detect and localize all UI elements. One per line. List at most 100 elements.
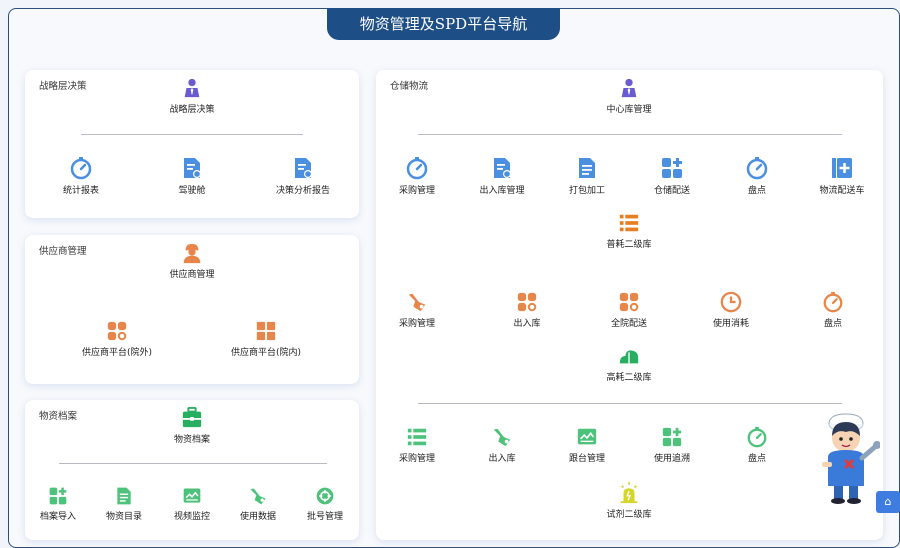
general-secondary-store-item[interactable]: 普耗二级库 bbox=[584, 212, 674, 250]
divider bbox=[81, 134, 303, 135]
apps-icon bbox=[661, 426, 683, 448]
storage-distribution-item[interactable]: 仓储配送 bbox=[627, 156, 717, 196]
supplier-internal-item[interactable]: 供应商平台(院内) bbox=[221, 320, 311, 358]
document-icon bbox=[575, 156, 599, 180]
item-label: 采购管理 bbox=[398, 454, 435, 464]
cockpit-item[interactable]: 驾驶舱 bbox=[147, 156, 237, 196]
gauge-icon bbox=[746, 426, 768, 448]
supplier-top-item[interactable]: 供应商管理 bbox=[147, 242, 237, 280]
item-label: 全院配送 bbox=[610, 319, 647, 329]
item-label: 盘点 bbox=[747, 186, 766, 196]
central-inout-item[interactable]: 出入库管理 bbox=[457, 156, 547, 196]
panel-warehouse: 仓储物流 中心库管理 采购管理 出入库管理 打包加工 仓储配送 盘点 物流配送车… bbox=[376, 70, 883, 540]
surgery-follow-item[interactable]: 跟台管理 bbox=[542, 426, 632, 464]
general-inventory-item[interactable]: 盘点 bbox=[788, 291, 878, 329]
item-label: 打包加工 bbox=[568, 186, 605, 196]
item-label: 物流配送车 bbox=[819, 186, 865, 196]
central-inventory-item[interactable]: 盘点 bbox=[712, 156, 802, 196]
panel-title: 物资档案 bbox=[39, 411, 78, 422]
item-label: 物资档案 bbox=[173, 435, 210, 445]
monitor-icon bbox=[182, 486, 202, 506]
wrench-icon bbox=[406, 291, 428, 313]
high-purchase-item[interactable]: 采购管理 bbox=[372, 426, 462, 464]
worker-mascot-icon bbox=[822, 413, 880, 504]
usage-consumption-item[interactable]: 使用消耗 bbox=[686, 291, 776, 329]
item-label: 使用消耗 bbox=[712, 319, 749, 329]
panel-title: 仓储物流 bbox=[390, 81, 429, 92]
monitor-icon bbox=[576, 426, 598, 448]
item-label: 中心库管理 bbox=[606, 105, 652, 115]
item-label: 采购管理 bbox=[398, 186, 435, 196]
gauge-icon bbox=[745, 156, 769, 180]
usage-trace-item[interactable]: 使用追溯 bbox=[627, 426, 717, 464]
document-chart-icon bbox=[490, 156, 514, 180]
item-label: 普耗二级库 bbox=[606, 240, 652, 250]
gauge-icon bbox=[69, 156, 93, 180]
person-icon bbox=[618, 77, 640, 99]
item-label: 盘点 bbox=[823, 319, 842, 329]
item-label: 高耗二级库 bbox=[606, 373, 652, 383]
wrench-icon bbox=[491, 426, 513, 448]
item-label: 驾驶舱 bbox=[178, 186, 206, 196]
item-label: 决策分析报告 bbox=[275, 186, 330, 196]
logistics-vehicle-item[interactable]: 物流配送车 bbox=[797, 156, 887, 196]
page-title: 物资管理及SPD平台导航 bbox=[327, 8, 560, 40]
apps-icon bbox=[660, 156, 684, 180]
gauge-icon bbox=[405, 156, 429, 180]
panel-archive: 物资档案 物资档案 档案导入 物资目录 视频监控 使用数据 批号管理 bbox=[25, 400, 359, 540]
settings-icon bbox=[315, 486, 335, 506]
batch-management-item[interactable]: 批号管理 bbox=[280, 486, 370, 522]
item-label: 试剂二级库 bbox=[606, 510, 652, 520]
item-label: 采购管理 bbox=[398, 319, 435, 329]
worker-icon bbox=[181, 242, 203, 264]
panel-supplier: 供应商管理 供应商管理 供应商平台(院外) 供应商平台(院内) bbox=[25, 235, 359, 384]
decision-top-item[interactable]: 战略层决策 bbox=[147, 77, 237, 115]
high-inout-item[interactable]: 出入库 bbox=[457, 426, 547, 464]
apps-icon bbox=[48, 486, 68, 506]
toolbox-icon bbox=[181, 407, 203, 429]
grid-icon bbox=[106, 320, 128, 342]
item-label: 盘点 bbox=[747, 454, 766, 464]
wrench-icon bbox=[248, 486, 268, 506]
item-label: 统计报表 bbox=[62, 186, 99, 196]
item-label: 使用追溯 bbox=[653, 454, 690, 464]
packaging-item[interactable]: 打包加工 bbox=[542, 156, 632, 196]
grid-icon bbox=[516, 291, 538, 313]
item-label: 批号管理 bbox=[306, 512, 343, 522]
clock-icon bbox=[720, 291, 742, 313]
gauge-icon bbox=[822, 291, 844, 313]
grid-icon bbox=[618, 291, 640, 313]
item-label: 仓储配送 bbox=[653, 186, 690, 196]
home-float-button[interactable]: ⌂ bbox=[876, 491, 900, 513]
divider bbox=[418, 403, 842, 404]
item-label: 出入库 bbox=[488, 454, 516, 464]
statistics-report-item[interactable]: 统计报表 bbox=[36, 156, 126, 196]
general-inout-item[interactable]: 出入库 bbox=[482, 291, 572, 329]
panel-title: 供应商管理 bbox=[39, 246, 87, 257]
hospital-distribution-item[interactable]: 全院配送 bbox=[584, 291, 674, 329]
panel-title: 战略层决策 bbox=[39, 81, 87, 92]
reagent-secondary-store-item[interactable]: 试剂二级库 bbox=[584, 482, 674, 520]
person-icon bbox=[181, 77, 203, 99]
list-icon bbox=[406, 426, 428, 448]
high-inventory-item[interactable]: 盘点 bbox=[712, 426, 802, 464]
archive-top-item[interactable]: 物资档案 bbox=[147, 407, 237, 445]
supplier-external-item[interactable]: 供应商平台(院外) bbox=[72, 320, 162, 358]
general-purchase-item[interactable]: 采购管理 bbox=[372, 291, 462, 329]
add-box-icon bbox=[830, 156, 854, 180]
divider bbox=[59, 463, 327, 464]
central-warehouse-item[interactable]: 中心库管理 bbox=[584, 77, 674, 115]
document-chart-icon bbox=[291, 156, 315, 180]
squares-icon bbox=[255, 320, 277, 342]
divider bbox=[418, 134, 842, 135]
list-icon bbox=[618, 212, 640, 234]
item-label: 出入库 bbox=[513, 319, 541, 329]
item-label: 供应商平台(院内) bbox=[230, 348, 302, 358]
item-label: 供应商管理 bbox=[169, 270, 215, 280]
decision-report-item[interactable]: 决策分析报告 bbox=[258, 156, 348, 196]
central-purchase-item[interactable]: 采购管理 bbox=[372, 156, 462, 196]
high-value-secondary-store-item[interactable]: 高耗二级库 bbox=[584, 345, 674, 383]
item-label: 出入库管理 bbox=[479, 186, 525, 196]
item-label: 战略层决策 bbox=[169, 105, 215, 115]
document-icon bbox=[114, 486, 134, 506]
